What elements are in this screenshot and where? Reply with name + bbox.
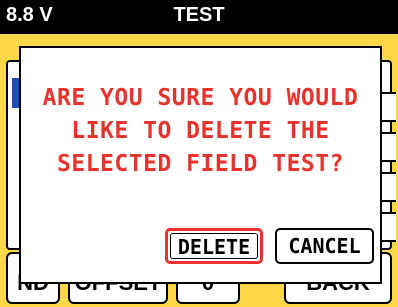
screen-title: TEST xyxy=(173,4,225,26)
confirm-message-line: ARE YOU SURE YOU WOULD xyxy=(42,85,359,111)
confirm-message: ARE YOU SURE YOU WOULD LIKE TO DELETE TH… xyxy=(21,82,380,181)
cancel-button[interactable]: CANCEL xyxy=(275,228,374,264)
delete-button[interactable]: DELETE xyxy=(165,228,263,264)
delete-button-label: DELETE xyxy=(170,233,258,259)
delete-confirm-dialog: ARE YOU SURE YOU WOULD LIKE TO DELETE TH… xyxy=(19,46,382,284)
status-header: 8.8 V TEST xyxy=(0,0,398,34)
confirm-message-line: LIKE TO DELETE THE xyxy=(71,118,330,144)
confirm-message-line: SELECTED FIELD TEST? xyxy=(57,151,344,177)
device-screen: 8.8 V TEST ND OFFSET 0 BACK ARE YOU SURE… xyxy=(0,0,398,307)
